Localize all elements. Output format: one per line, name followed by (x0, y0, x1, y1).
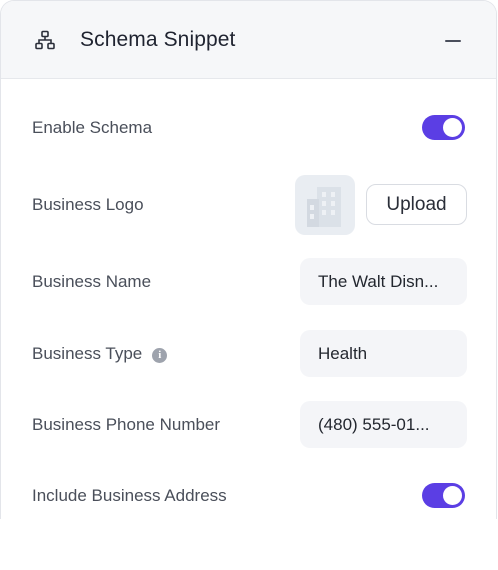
sitemap-icon (35, 30, 55, 50)
panel-title: Schema Snippet (80, 28, 236, 51)
info-icon[interactable]: i (152, 348, 168, 363)
toggle-knob (443, 118, 462, 137)
enable-schema-toggle[interactable] (422, 115, 465, 140)
collapse-button[interactable] (439, 27, 467, 55)
business-name-label: Business Name (32, 272, 152, 291)
business-type-field[interactable]: Health (300, 330, 467, 377)
schema-snippet-panel: Schema Snippet Enable Schema Business Lo… (0, 0, 497, 519)
minus-icon (445, 40, 461, 42)
include-address-toggle[interactable] (422, 483, 465, 508)
business-phone-field[interactable]: (480) 555-01... (300, 401, 467, 448)
business-type-label-text: Business Type (32, 344, 143, 363)
toggle-knob (443, 486, 462, 505)
include-address-label: Include Business Address (32, 486, 227, 505)
business-type-label: Business Type i (32, 344, 168, 364)
upload-button[interactable]: Upload (366, 184, 467, 225)
business-phone-label: Business Phone Number (32, 415, 221, 434)
panel-header[interactable]: Schema Snippet (1, 1, 496, 79)
business-logo-thumbnail (295, 175, 355, 235)
building-icon (307, 187, 341, 227)
business-logo-label: Business Logo (32, 195, 144, 214)
enable-schema-label: Enable Schema (32, 118, 153, 137)
business-name-field[interactable]: The Walt Disn... (300, 258, 467, 305)
